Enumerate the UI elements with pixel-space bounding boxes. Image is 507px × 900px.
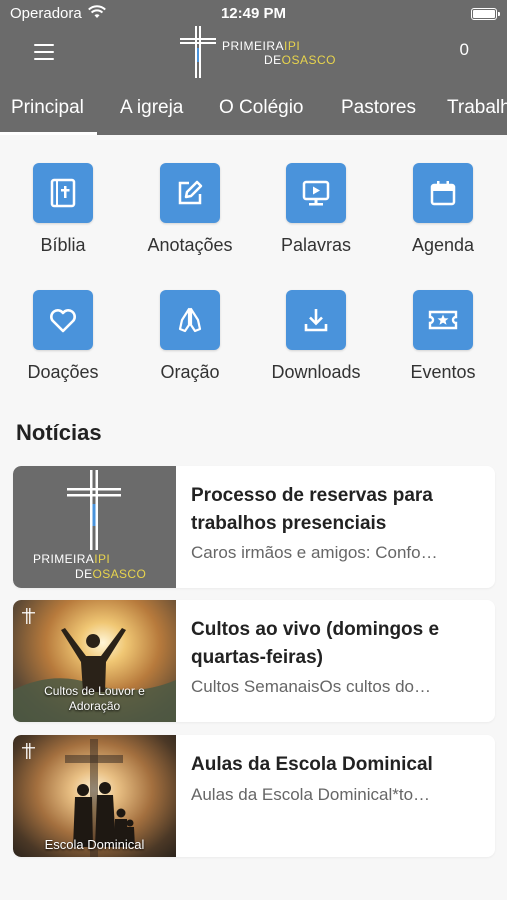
news-title: Cultos ao vivo (domingos e quartas-feira… [191,619,440,668]
shortcut-downloads[interactable]: Downloads [253,290,379,383]
shortcut-label: Eventos [410,362,476,382]
shortcut-agenda[interactable]: Agenda [380,163,506,256]
active-tab-indicator [0,132,97,135]
bible-icon [33,163,93,223]
thumbnail-caption: Escola Dominical [44,837,145,852]
tab-o-colegio[interactable]: O Colégio [219,97,304,119]
news-card[interactable]: PRIMEIRAIPI DEOSASCO Processo de reserva… [13,466,495,588]
thumbnail-caption: Cultos de Louvor e Adoração [44,684,145,713]
ticket-star-icon [413,290,473,350]
heart-icon [33,290,93,350]
news-card[interactable]: Escola Dominical Aulas da Escola Dominic… [13,735,495,857]
app-header: Operadora 12:49 PM PRIMEIRAIPI DEOSASCO … [0,0,507,135]
download-icon [286,290,346,350]
news-card[interactable]: Cultos de Louvor e Adoração Cultos ao vi… [13,600,495,722]
calendar-icon [413,163,473,223]
cross-icon [67,470,121,550]
shortcut-doacoes[interactable]: Doações [0,290,126,383]
shortcut-label: Downloads [271,362,361,382]
hamburger-menu-icon[interactable] [34,44,54,60]
news-thumbnail: Escola Dominical [13,735,176,857]
shortcut-oracao[interactable]: Oração [127,290,253,383]
tab-a-igreja[interactable]: A igreja [120,97,183,119]
praying-hands-icon [160,290,220,350]
status-bar: Operadora 12:49 PM [0,0,507,28]
news-thumbnail: Cultos de Louvor e Adoração [13,600,176,722]
notification-count[interactable]: 0 [460,40,469,60]
thumbnail-logo-text: PRIMEIRAIPI DEOSASCO [33,552,147,581]
news-excerpt: Cultos SemanaisOs cultos do… [191,677,431,696]
tab-trabalhos[interactable]: Trabalhos [447,97,507,119]
news-excerpt: Aulas da Escola Dominical*to… [191,785,431,804]
battery-icon [471,8,500,20]
shortcut-label: Bíblia [40,235,86,255]
tab-principal[interactable]: Principal [11,97,84,119]
shortcut-anotacoes[interactable]: Anotações [127,163,253,256]
news-excerpt: Caros irmãos e amigos: Confo… [191,543,438,562]
video-monitor-icon [286,163,346,223]
tab-pastores[interactable]: Pastores [341,97,416,119]
top-tabs: Principal A igreja O Colégio Pastores Tr… [0,88,507,135]
news-title: Processo de reservas para trabalhos pres… [191,485,433,534]
shortcut-eventos[interactable]: Eventos [380,290,506,383]
shortcut-label: Oração [160,362,220,382]
shortcut-palavras[interactable]: Palavras [253,163,379,256]
cross-icon [180,26,216,78]
shortcut-label: Palavras [280,235,352,255]
news-title: Aulas da Escola Dominical [191,754,433,775]
clock: 12:49 PM [220,5,287,22]
logo-text: PRIMEIRAIPI DEOSASCO [222,39,337,67]
shortcut-label: Doações [27,362,99,382]
shortcut-label: Agenda [411,235,475,255]
shortcut-label: Anotações [147,235,233,255]
news-section-title: Notícias [16,420,102,445]
shortcut-biblia[interactable]: Bíblia [0,163,126,256]
news-thumbnail: PRIMEIRAIPI DEOSASCO [13,466,176,588]
church-logo: PRIMEIRAIPI DEOSASCO [178,26,348,78]
edit-note-icon [160,163,220,223]
